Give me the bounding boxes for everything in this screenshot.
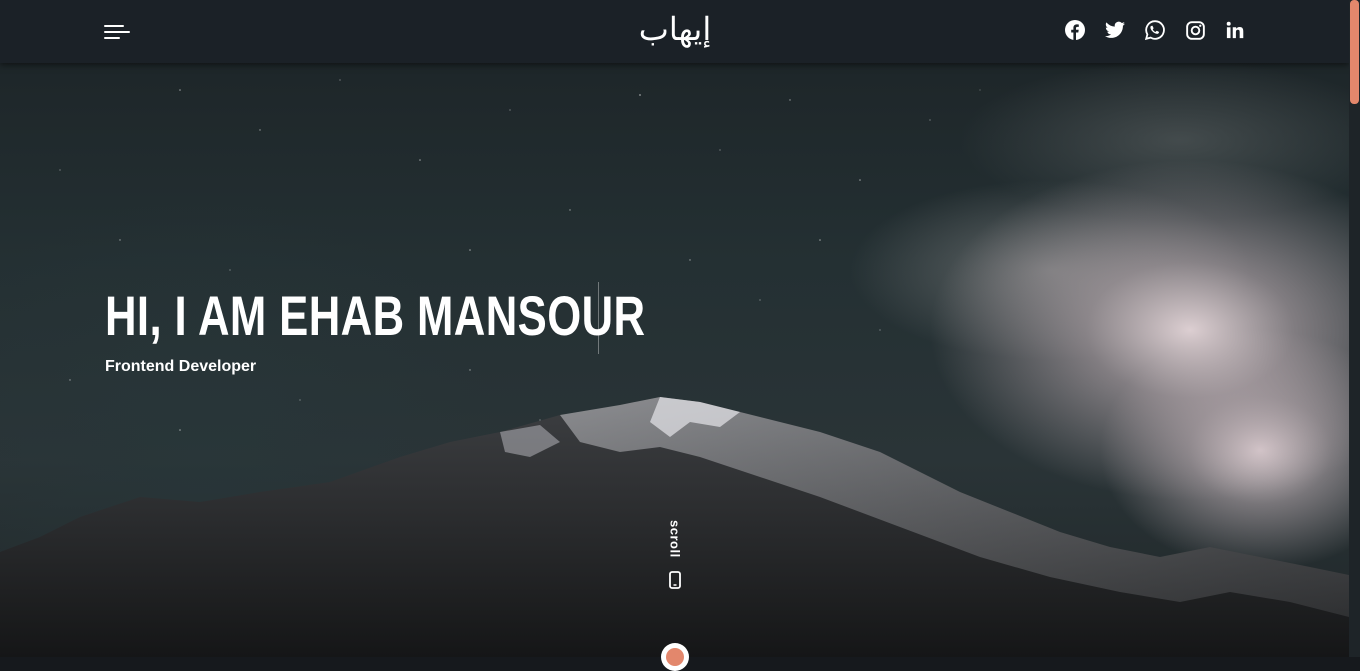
typing-cursor bbox=[598, 282, 599, 354]
social-links bbox=[1065, 20, 1245, 40]
hamburger-menu-icon[interactable] bbox=[104, 24, 130, 40]
top-navbar: إيهاب bbox=[0, 0, 1349, 63]
linkedin-icon[interactable] bbox=[1225, 20, 1245, 40]
site-logo[interactable]: إيهاب bbox=[600, 6, 750, 52]
hero-headline: HI, I AM EHAB MANSOUR bbox=[105, 284, 646, 347]
twitter-icon[interactable] bbox=[1105, 20, 1125, 40]
scroll-label: scroll bbox=[667, 520, 683, 558]
hero-subtitle: Frontend Developer bbox=[105, 358, 257, 375]
page-scrollbar[interactable] bbox=[1349, 0, 1360, 657]
scroll-indicator[interactable]: scroll bbox=[664, 520, 686, 589]
whatsapp-icon[interactable] bbox=[1145, 20, 1165, 40]
scrollbar-thumb[interactable] bbox=[1350, 0, 1359, 104]
phone-icon bbox=[669, 570, 681, 589]
hero-intro: HI, I AM EHAB MANSOUR Frontend Developer bbox=[105, 282, 798, 375]
facebook-icon[interactable] bbox=[1065, 20, 1085, 40]
scroll-top-button[interactable] bbox=[661, 643, 689, 671]
instagram-icon[interactable] bbox=[1185, 20, 1205, 40]
